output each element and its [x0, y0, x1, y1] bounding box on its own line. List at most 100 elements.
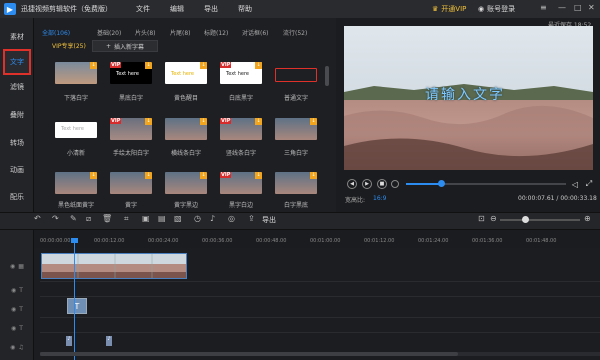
- export-icon[interactable]: ⇪: [248, 214, 255, 223]
- timeline-scrollbar-thumb[interactable]: [40, 352, 458, 356]
- record-voice-icon[interactable]: ◎: [228, 214, 235, 223]
- stop-icon[interactable]: ■: [377, 179, 387, 189]
- tab-basic[interactable]: 基础(20): [97, 28, 121, 37]
- minimize-icon[interactable]: —: [558, 3, 566, 12]
- sidebar-item-media[interactable]: 素材: [3, 24, 31, 50]
- ruler-tick: 00:00:48.00: [256, 238, 287, 244]
- template-label: 黑底白字: [118, 95, 143, 102]
- freeze-icon[interactable]: ▧: [174, 214, 182, 223]
- login-button[interactable]: ◉ 账号登录: [478, 3, 515, 15]
- insert-subtitle-button[interactable]: + 插入新字幕: [92, 40, 158, 52]
- volume-icon[interactable]: ◁: [570, 179, 580, 189]
- vip-exclusive-tag[interactable]: VIP专享(25): [52, 41, 86, 50]
- ruler-tick: 00:01:00.00: [310, 238, 341, 244]
- audio-marker[interactable]: ♪: [106, 336, 112, 346]
- crop-icon[interactable]: ⌗: [124, 214, 129, 224]
- fullscreen-icon[interactable]: ⤢: [584, 179, 594, 189]
- export-button[interactable]: 导出: [262, 215, 276, 225]
- tab-intro[interactable]: 片头(8): [135, 28, 156, 37]
- template-thumb[interactable]: Text here: [55, 122, 97, 138]
- sidebar-item-animation[interactable]: 动画: [3, 157, 31, 183]
- template-thumb[interactable]: VIP Text here ↓: [110, 62, 152, 84]
- maximize-icon[interactable]: □: [574, 3, 582, 12]
- template-thumb[interactable]: ↓: [110, 172, 152, 194]
- sidebar-item-overlay[interactable]: 叠附: [3, 102, 31, 128]
- template-thumb[interactable]: Text here ↓: [165, 62, 207, 84]
- zoom-handle[interactable]: [522, 216, 529, 223]
- video-clip[interactable]: [41, 253, 187, 279]
- menu-icon[interactable]: ≡: [540, 3, 547, 12]
- aspect-ratio-value[interactable]: 16:9: [373, 195, 386, 202]
- tab-dialog[interactable]: 对话框(6): [242, 28, 269, 37]
- record-icon[interactable]: [391, 180, 399, 188]
- audio-marker[interactable]: ♪: [66, 336, 72, 346]
- menu-help[interactable]: 帮助: [238, 4, 252, 14]
- playhead[interactable]: [74, 240, 75, 360]
- fit-icon[interactable]: ⊡: [478, 214, 485, 223]
- menu-edit[interactable]: 编辑: [170, 4, 184, 14]
- text-clip[interactable]: T: [67, 298, 87, 314]
- template-thumb[interactable]: ↓: [165, 172, 207, 194]
- split-icon[interactable]: ⧄: [86, 214, 91, 224]
- tab-outro[interactable]: 片尾(8): [170, 28, 191, 37]
- menu-file[interactable]: 文件: [136, 4, 150, 14]
- template-label: 小清新: [66, 150, 85, 157]
- play-icon[interactable]: ▶: [362, 179, 372, 189]
- template-thumb[interactable]: ↓: [275, 172, 317, 194]
- track-divider: [40, 281, 600, 282]
- login-label: 账号登录: [487, 5, 516, 13]
- sidebar-item-filter[interactable]: 滤镜: [3, 74, 31, 100]
- template-scrollbar[interactable]: [325, 66, 329, 86]
- close-icon[interactable]: ✕: [588, 3, 595, 12]
- mic-icon[interactable]: ♪: [210, 214, 215, 223]
- ruler-tick: 00:01:48.00: [526, 238, 557, 244]
- plus-icon: +: [105, 42, 111, 50]
- download-icon: ↓: [255, 172, 262, 179]
- ruler-tick: 00:00:00.00: [40, 238, 71, 244]
- redo-icon[interactable]: ↷: [52, 214, 59, 223]
- eye-icon[interactable]: ◉: [10, 344, 15, 351]
- template-thumb[interactable]: ↓: [55, 172, 97, 194]
- template-thumb[interactable]: VIP Text here ↓: [220, 62, 262, 84]
- eye-icon[interactable]: ◉: [11, 306, 16, 313]
- zoom-in-icon[interactable]: ⊕: [584, 214, 591, 223]
- vip-button[interactable]: ♛ 开通VIP: [432, 3, 466, 15]
- menu-export[interactable]: 导出: [204, 4, 218, 14]
- thumb-text: Text here: [171, 71, 194, 77]
- sidebar-item-transition[interactable]: 转场: [3, 130, 31, 156]
- title-bar: ▶ 迅捷视频剪辑软件（免费版） 文件 编辑 导出 帮助 ♛ 开通VIP ◉ 账号…: [0, 0, 600, 18]
- download-icon: ↓: [255, 62, 262, 69]
- template-thumb[interactable]: VIP ↓: [110, 118, 152, 140]
- template-label: 三角白字: [283, 150, 308, 157]
- preview-text-overlay[interactable]: 请输入文字: [425, 84, 505, 104]
- template-label: 黄色醒目: [173, 95, 198, 102]
- clock-icon[interactable]: ◷: [194, 214, 201, 223]
- template-thumb[interactable]: VIP ↓: [220, 118, 262, 140]
- download-icon: ↓: [90, 62, 97, 69]
- template-thumb[interactable]: [275, 68, 317, 82]
- sidebar-item-text[interactable]: 文字: [3, 49, 31, 75]
- eye-icon[interactable]: ◉: [11, 325, 16, 332]
- tab-all[interactable]: 全部(106): [42, 28, 70, 37]
- template-thumb[interactable]: ↓: [55, 62, 97, 84]
- ruler-tick: 00:00:24.00: [148, 238, 179, 244]
- tab-popular[interactable]: 流行(52): [283, 28, 307, 37]
- template-thumb[interactable]: VIP ↓: [220, 172, 262, 194]
- undo-icon[interactable]: ↶: [34, 214, 41, 223]
- template-thumb[interactable]: ↓: [275, 118, 317, 140]
- prev-icon[interactable]: ◀: [347, 179, 357, 189]
- download-icon: ↓: [145, 62, 152, 69]
- zoom-slider[interactable]: [500, 219, 580, 221]
- eye-icon[interactable]: ◉: [10, 263, 15, 270]
- eye-icon[interactable]: ◉: [11, 287, 16, 294]
- zoom-out-icon[interactable]: ⊖: [490, 214, 497, 223]
- category-tabs: 全部(106) 基础(20) 片头(8) 片尾(8) 标题(12) 对话框(6)…: [34, 28, 334, 40]
- edit-icon[interactable]: ✎: [70, 214, 77, 223]
- delete-icon[interactable]: 🗑: [102, 214, 112, 223]
- template-thumb[interactable]: ↓: [165, 118, 207, 140]
- mosaic-icon[interactable]: ▤: [158, 214, 166, 223]
- vip-badge: VIP: [220, 172, 232, 178]
- sidebar-item-music[interactable]: 配乐: [3, 184, 31, 210]
- tab-title[interactable]: 标题(12): [204, 28, 228, 37]
- speed-icon[interactable]: ▣: [142, 214, 150, 223]
